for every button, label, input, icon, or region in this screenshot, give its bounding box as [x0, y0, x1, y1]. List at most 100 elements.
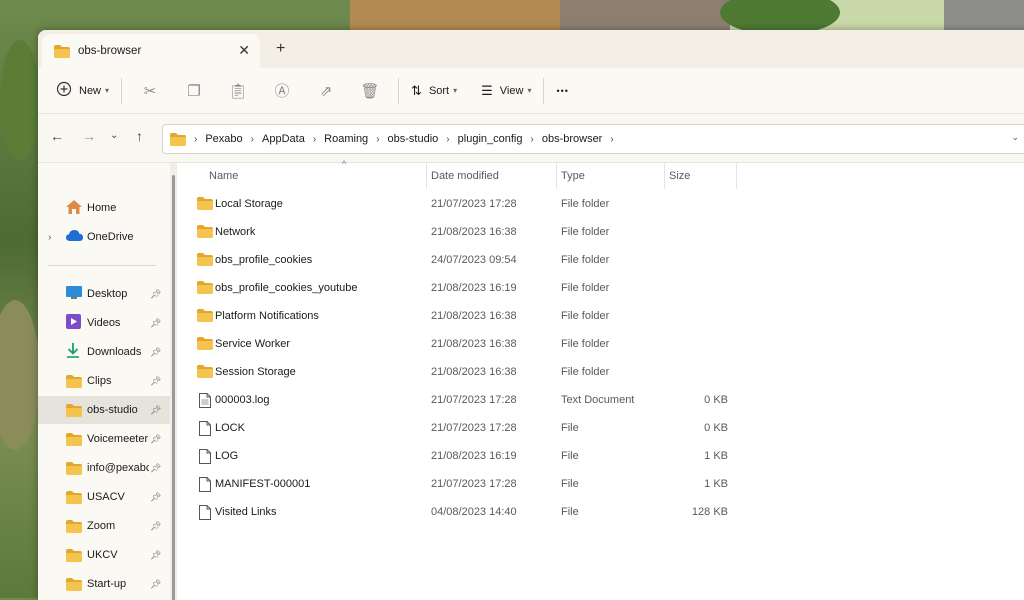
breadcrumb-item[interactable]: obs-browser — [542, 133, 603, 145]
downloads-icon — [66, 343, 80, 361]
file-size: 0 KB — [704, 394, 728, 406]
breadcrumb-chevron-icon[interactable]: › — [610, 134, 613, 145]
column-header-label: Size — [669, 170, 691, 182]
file-type: File — [561, 450, 579, 462]
pin-icon[interactable]: 📌︎ — [150, 463, 161, 474]
sidebar-item-label: UKCV — [87, 549, 118, 561]
pin-icon[interactable]: 📌︎ — [150, 289, 161, 300]
sidebar-item-start-up[interactable]: Start-up 📌︎ — [38, 570, 170, 598]
column-header-type[interactable]: Type — [561, 163, 661, 189]
sidebar-scrollbar[interactable] — [170, 163, 177, 600]
sidebar-item-ukcv[interactable]: UKCV 📌︎ — [38, 541, 170, 569]
file-row[interactable]: LOCK 21/07/2023 17:28 File 0 KB — [192, 414, 752, 442]
column-divider[interactable] — [426, 163, 427, 189]
breadcrumb-item[interactable]: Pexabo — [205, 133, 242, 145]
address-bar[interactable]: › Pexabo › AppData › Roaming › obs-studio › plugi… — [162, 124, 1024, 154]
folder-icon — [197, 337, 213, 350]
file-row[interactable]: obs_profile_cookies_youtube 21/08/2023 16… — [192, 274, 752, 302]
pin-icon[interactable]: 📌︎ — [150, 521, 161, 532]
breadcrumb-chevron-icon[interactable]: › — [446, 134, 449, 145]
sort-label: Sort — [428, 84, 450, 97]
sidebar-item-clips[interactable]: Clips 📌︎ — [38, 367, 170, 395]
folder-icon — [197, 309, 213, 322]
sidebar-item-downloads[interactable]: Downloads 📌︎ — [38, 338, 170, 366]
file-row[interactable]: Service Worker 21/08/2023 16:38 File folde… — [192, 330, 752, 358]
file-name: obs_profile_cookies_youtube — [215, 282, 358, 294]
pin-icon[interactable]: 📌︎ — [150, 579, 161, 590]
folder-icon — [197, 253, 213, 266]
sidebar-item-usacv[interactable]: USACV 📌︎ — [38, 483, 170, 511]
up-arrow-icon[interactable]: ↑ — [136, 128, 143, 144]
rename-icon[interactable]: Ⓐ — [260, 80, 304, 101]
sidebar-item-info-pexabc[interactable]: info@pexabc 📌︎ — [38, 454, 170, 482]
share-icon[interactable]: ⇗ — [304, 82, 348, 100]
new-tab-button[interactable]: + — [276, 40, 285, 58]
breadcrumb-item[interactable]: AppData — [262, 133, 305, 145]
breadcrumb-item[interactable]: plugin_config — [458, 133, 523, 145]
file-name: LOG — [215, 450, 239, 462]
file-type: File folder — [561, 366, 610, 378]
tab-obs-browser[interactable]: obs-browser ✕ — [42, 34, 260, 68]
sidebar-item-desktop[interactable]: Desktop 📌︎ — [38, 280, 170, 308]
paste-icon[interactable]: 📋︎ — [216, 82, 260, 100]
sidebar-item-videos[interactable]: Videos 📌︎ — [38, 309, 170, 337]
pin-icon[interactable]: 📌︎ — [150, 550, 161, 561]
file-date-modified: 21/08/2023 16:38 — [431, 226, 517, 238]
file-row[interactable]: Network 21/08/2023 16:38 File folder — [192, 218, 752, 246]
file-row[interactable]: 000003.log 21/07/2023 17:28 Text Document 0… — [192, 386, 752, 414]
pin-icon[interactable]: 📌︎ — [150, 318, 161, 329]
navigation-bar: ← → ⌄ ↑ › Pexabo › AppData › Roaming › obs-stud… — [38, 114, 1024, 163]
sort-button[interactable]: ⇅ Sort ▾ — [405, 75, 463, 107]
file-row[interactable]: MANIFEST-000001 21/07/2023 17:28 File 1 KB — [192, 470, 752, 498]
file-row[interactable]: Local Storage 21/07/2023 17:28 File folder — [192, 190, 752, 218]
pin-icon[interactable]: 📌︎ — [150, 492, 161, 503]
more-options-button[interactable]: ••• — [550, 75, 574, 107]
view-list-icon: ☰ — [481, 82, 493, 98]
close-tab-icon[interactable]: ✕ — [238, 42, 250, 59]
sidebar-item-zoom[interactable]: Zoom 📌︎ — [38, 512, 170, 540]
back-arrow-icon[interactable]: ← — [50, 128, 64, 144]
forward-arrow-icon[interactable]: → — [82, 128, 96, 144]
column-divider[interactable] — [556, 163, 557, 189]
copy-icon[interactable]: ❐ — [172, 82, 216, 100]
sidebar-item-obs-studio[interactable]: obs-studio 📌︎ — [38, 396, 170, 424]
delete-icon[interactable]: 🗑︎ — [348, 82, 392, 100]
sidebar-item-home[interactable]: Home — [38, 194, 170, 222]
file-row[interactable]: LOG 21/08/2023 16:19 File 1 KB — [192, 442, 752, 470]
column-divider[interactable] — [736, 163, 737, 189]
sidebar-item-onedrive[interactable]: › OneDrive — [38, 223, 170, 251]
column-divider[interactable] — [664, 163, 665, 189]
toolbar-divider — [398, 77, 400, 104]
title-bar: obs-browser ✕ + — [38, 30, 1024, 68]
breadcrumb-chevron-icon[interactable]: › — [530, 134, 533, 145]
pin-icon[interactable]: 📌︎ — [150, 434, 161, 445]
tab-title: obs-browser — [78, 45, 142, 57]
breadcrumb-chevron-icon[interactable]: › — [313, 134, 316, 145]
chevron-right-icon[interactable]: › — [48, 232, 51, 243]
sidebar-item-voicemeeter[interactable]: Voicemeeter 📌︎ — [38, 425, 170, 453]
pin-icon[interactable]: 📌︎ — [150, 347, 161, 358]
breadcrumb-item[interactable]: obs-studio — [388, 133, 439, 145]
file-row[interactable]: obs_profile_cookies 24/07/2023 09:54 File … — [192, 246, 752, 274]
scrollbar-thumb[interactable] — [172, 175, 175, 600]
view-button[interactable]: ☰ View ▾ — [475, 75, 537, 107]
breadcrumb-chevron-icon[interactable]: › — [194, 134, 197, 145]
column-header-date[interactable]: Date modified — [431, 163, 553, 189]
recent-locations-chevron-icon[interactable]: ⌄ — [110, 130, 118, 141]
cut-icon[interactable]: ✂ — [128, 82, 172, 100]
new-button[interactable]: New ▾ — [50, 75, 115, 107]
file-row[interactable]: Session Storage 21/08/2023 16:38 File fold… — [192, 358, 752, 386]
pin-icon[interactable]: 📌︎ — [150, 376, 161, 387]
file-row[interactable]: Visited Links 04/08/2023 14:40 File 128 KB — [192, 498, 752, 526]
address-dropdown-chevron-icon[interactable]: ⌄ — [1011, 132, 1019, 143]
file-size: 128 KB — [691, 506, 728, 518]
folder-icon — [197, 281, 213, 294]
file-row[interactable]: Platform Notifications 21/08/2023 16:38 Fi… — [192, 302, 752, 330]
column-header-size[interactable]: Size — [669, 163, 733, 189]
sidebar-divider — [48, 265, 156, 266]
breadcrumb-chevron-icon[interactable]: › — [376, 134, 379, 145]
pin-icon[interactable]: 📌︎ — [150, 405, 161, 416]
breadcrumb-chevron-icon[interactable]: › — [251, 134, 254, 145]
column-header-name[interactable]: Name ^ — [209, 159, 424, 189]
breadcrumb-item[interactable]: Roaming — [324, 133, 368, 145]
